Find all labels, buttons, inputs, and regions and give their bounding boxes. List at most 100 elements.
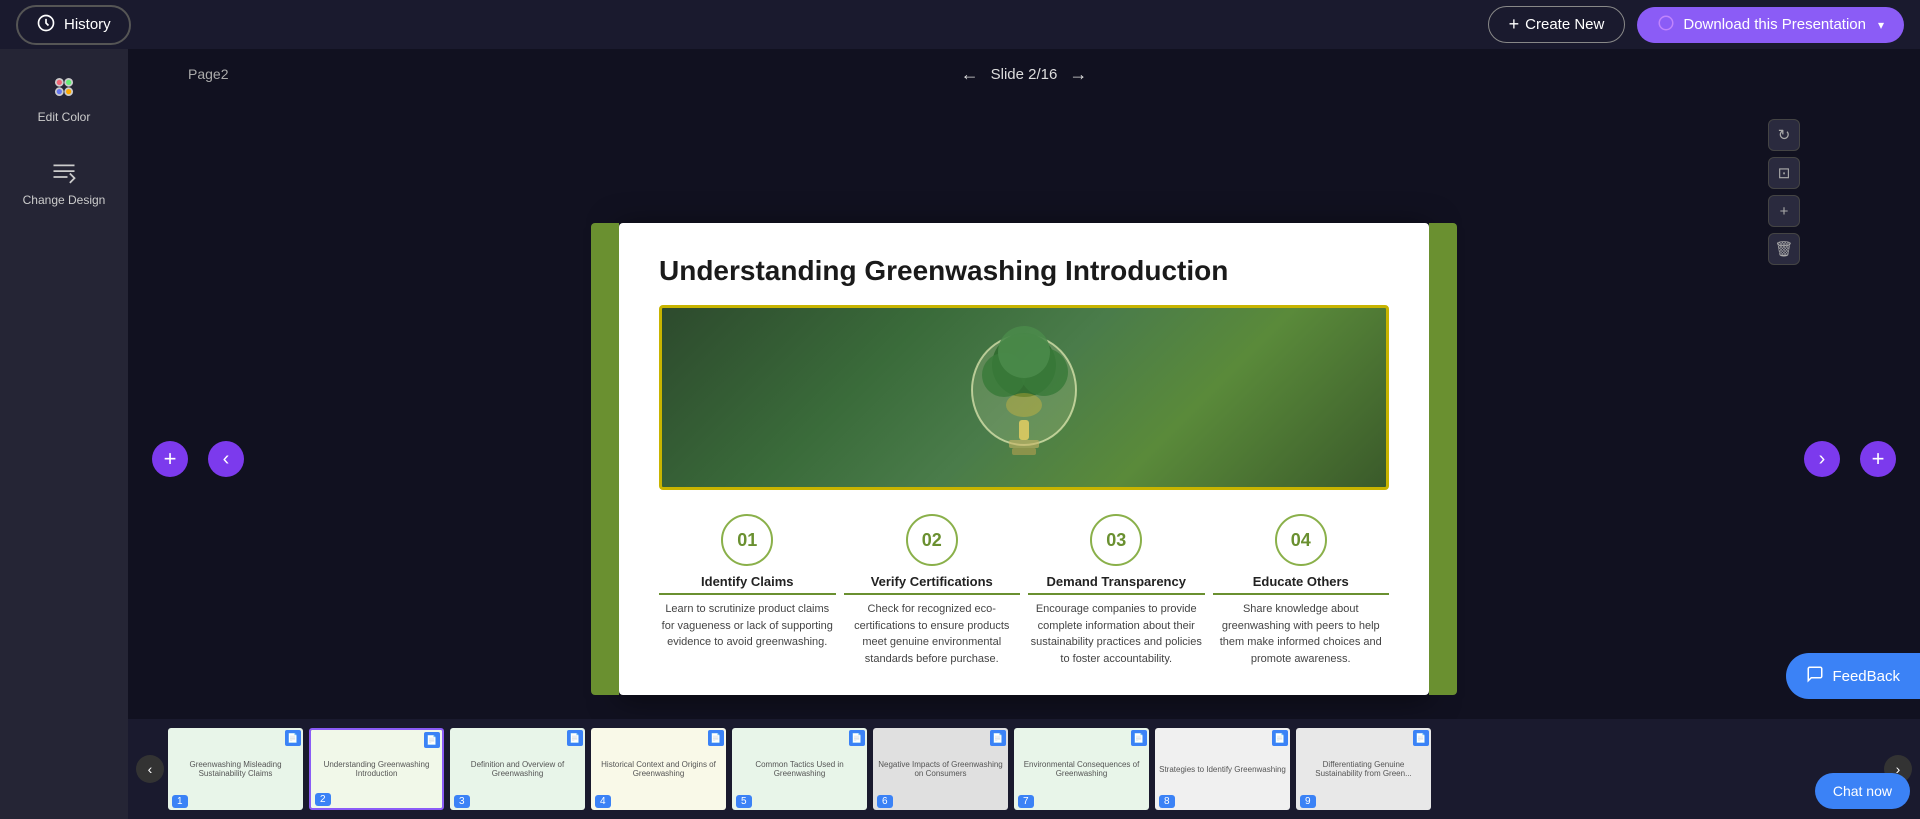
thumbnail-6[interactable]: Negative Impacts of Greenwashing on Cons… [873, 728, 1008, 810]
delete-tool-button[interactable]: 🗑 [1768, 233, 1800, 265]
thumbnail-5[interactable]: Common Tactics Used in Greenwashing 📄 5 [732, 728, 867, 810]
thumb-page-icon: 📄 [849, 730, 865, 746]
thumb-image: Strategies to Identify Greenwashing [1155, 728, 1290, 810]
sidebar-item-change-design[interactable]: Change Design [23, 156, 106, 207]
plus-icon: + [1509, 14, 1520, 35]
change-design-icon [50, 156, 78, 187]
item-number: 02 [906, 514, 958, 566]
refresh-tool-button[interactable]: ↻ [1768, 119, 1800, 151]
thumb-page-icon: 📄 [567, 730, 583, 746]
item-description: Check for recognized eco-certifications … [844, 601, 1021, 667]
item-title: Demand Transparency [1028, 574, 1205, 595]
history-label: History [64, 16, 111, 33]
slide-nav: ← Slide 2/16 → [961, 64, 1088, 85]
thumb-page-icon: 📄 [1413, 730, 1429, 746]
thumbnail-7[interactable]: Environmental Consequences of Greenwashi… [1014, 728, 1149, 810]
item-number: 03 [1090, 514, 1142, 566]
slide-frame: Understanding Greenwashing Introduction [619, 223, 1429, 695]
slide-item: 02 Verify Certifications Check for recog… [844, 514, 1021, 667]
thumb-image: Understanding Greenwashing Introduction [311, 730, 442, 808]
thumb-number: 9 [1300, 795, 1316, 808]
refresh-icon: ↻ [1778, 126, 1791, 144]
slide-item: 03 Demand Transparency Encourage compani… [1028, 514, 1205, 667]
thumb-image: Environmental Consequences of Greenwashi… [1014, 728, 1149, 810]
thumbnail-3[interactable]: Definition and Overview of Greenwashing … [450, 728, 585, 810]
thumbnail-9[interactable]: Differentiating Genuine Sustainability f… [1296, 728, 1431, 810]
zoom-in-icon: + [1780, 203, 1789, 220]
item-title: Educate Others [1213, 574, 1390, 595]
resize-icon: ⊡ [1778, 164, 1791, 182]
resize-tool-button[interactable]: ⊡ [1768, 157, 1800, 189]
thumb-page-icon: 📄 [708, 730, 724, 746]
page-label: Page2 [188, 66, 228, 82]
thumb-image: Definition and Overview of Greenwashing [450, 728, 585, 810]
thumb-number: 4 [595, 795, 611, 808]
topbar: History + Create New Download this Prese… [0, 0, 1920, 49]
thumb-number: 3 [454, 795, 470, 808]
thumb-number: 6 [877, 795, 893, 808]
slide-item: 04 Educate Others Share knowledge about … [1213, 514, 1390, 667]
add-slide-left-button[interactable]: + [152, 441, 188, 477]
thumb-number: 5 [736, 795, 752, 808]
download-button[interactable]: Download this Presentation ▾ [1637, 7, 1904, 43]
main-content: Page2 ← Slide 2/16 → + ‹ ↻ ⊡ + 🗑 [128, 49, 1920, 819]
item-number: 04 [1275, 514, 1327, 566]
slide-green-panel-left [591, 223, 619, 695]
history-icon [36, 13, 56, 37]
sidebar: Edit Color Change Design [0, 49, 128, 819]
thumbnail-8[interactable]: Strategies to Identify Greenwashing 📄 8 [1155, 728, 1290, 810]
item-description: Learn to scrutinize product claims for v… [659, 601, 836, 651]
item-number: 01 [721, 514, 773, 566]
slide-image [659, 305, 1389, 490]
thumb-image: Historical Context and Origins of Greenw… [591, 728, 726, 810]
thumb-page-icon: 📄 [424, 732, 440, 748]
thumb-image: Common Tactics Used in Greenwashing [732, 728, 867, 810]
download-icon [1657, 14, 1675, 36]
thumb-page-icon: 📄 [1272, 730, 1288, 746]
thumb-page-icon: 📄 [1131, 730, 1147, 746]
thumb-image: Negative Impacts of Greenwashing on Cons… [873, 728, 1008, 810]
slide-wrapper: Understanding Greenwashing Introduction [619, 223, 1429, 695]
create-new-label: Create New [1525, 16, 1604, 33]
thumbnail-4[interactable]: Historical Context and Origins of Greenw… [591, 728, 726, 810]
item-title: Verify Certifications [844, 574, 1021, 595]
slide-green-panel-right [1429, 223, 1457, 695]
next-slide-nav-button[interactable]: → [1069, 64, 1087, 85]
slide-item: 01 Identify Claims Learn to scrutinize p… [659, 514, 836, 667]
slide-indicator: Slide 2/16 [991, 66, 1058, 83]
sidebar-item-edit-color[interactable]: Edit Color [38, 73, 91, 124]
feedback-button[interactable]: FeedBack [1786, 653, 1920, 699]
add-slide-right-button[interactable]: + [1860, 441, 1896, 477]
slide-header: Page2 ← Slide 2/16 → [128, 49, 1920, 99]
edit-color-icon [50, 73, 78, 104]
prev-slide-nav-button[interactable]: ← [961, 64, 979, 85]
filmstrip-prev-button[interactable]: ‹ [136, 755, 164, 783]
edit-color-label: Edit Color [38, 110, 91, 124]
thumbnail-1[interactable]: Greenwashing Misleading Sustainability C… [168, 728, 303, 810]
item-title: Identify Claims [659, 574, 836, 595]
prev-slide-button[interactable]: ‹ [208, 441, 244, 477]
thumbnail-2[interactable]: Understanding Greenwashing Introduction … [309, 728, 444, 810]
thumb-number: 8 [1159, 795, 1175, 808]
items-row: 01 Identify Claims Learn to scrutinize p… [659, 514, 1389, 667]
lightbulb-image [662, 308, 1386, 487]
slide-area: + ‹ ↻ ⊡ + 🗑 Understanding Greenwashing I… [128, 99, 1920, 819]
item-description: Share knowledge about greenwashing with … [1213, 601, 1390, 667]
zoom-in-tool-button[interactable]: + [1768, 195, 1800, 227]
history-button[interactable]: History [16, 5, 131, 45]
change-design-label: Change Design [23, 193, 106, 207]
chat-now-button[interactable]: Chat now [1815, 773, 1910, 809]
chevron-down-icon: ▾ [1878, 18, 1884, 32]
download-label: Download this Presentation [1683, 16, 1866, 33]
filmstrip: ‹ Greenwashing Misleading Sustainability… [128, 719, 1920, 819]
topbar-right: + Create New Download this Presentation … [1488, 6, 1904, 43]
slide-tools: ↻ ⊡ + 🗑 [1768, 119, 1800, 265]
thumb-image: Greenwashing Misleading Sustainability C… [168, 728, 303, 810]
create-new-button[interactable]: + Create New [1488, 6, 1626, 43]
thumb-number: 2 [315, 793, 331, 806]
chat-label: Chat now [1833, 783, 1892, 799]
thumb-number: 7 [1018, 795, 1034, 808]
thumb-image: Differentiating Genuine Sustainability f… [1296, 728, 1431, 810]
next-slide-button[interactable]: › [1804, 441, 1840, 477]
item-description: Encourage companies to provide complete … [1028, 601, 1205, 667]
